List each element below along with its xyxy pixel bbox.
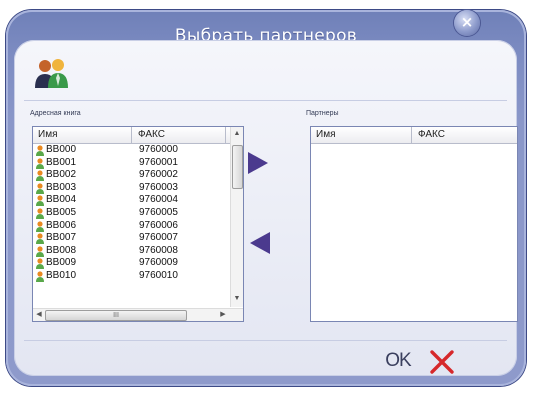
address-book-header: Имя ФАКС bbox=[33, 127, 243, 144]
list-item[interactable]: BB008 9760008 bbox=[33, 245, 225, 258]
select-partners-dialog: Выбрать партнеров × Адресная книга Партн… bbox=[6, 10, 526, 386]
address-book-rows: BB000 9760000 BB001 9760001 BB002 9760002 BB00… bbox=[33, 144, 225, 283]
person-icon bbox=[36, 157, 44, 169]
person-icon bbox=[36, 258, 44, 270]
contact-fax: 9760006 bbox=[139, 219, 178, 231]
address-book-label: Адресная книга bbox=[30, 110, 81, 117]
contact-fax: 9760008 bbox=[139, 244, 178, 256]
contact-fax: 9760002 bbox=[139, 169, 178, 181]
person-icon bbox=[36, 145, 44, 156]
contact-name: BB002 bbox=[46, 169, 77, 181]
contact-fax: 9760009 bbox=[139, 257, 178, 269]
person-icon bbox=[36, 183, 44, 194]
contact-fax: 9760003 bbox=[139, 181, 178, 193]
list-item[interactable]: BB001 9760001 bbox=[33, 157, 225, 170]
column-header-fax[interactable]: ФАКС bbox=[138, 129, 165, 141]
person-icon bbox=[36, 195, 44, 207]
contact-fax: 9760000 bbox=[139, 144, 178, 155]
add-to-partners-arrow-icon[interactable] bbox=[248, 152, 268, 174]
horizontal-scrollbar[interactable]: ◀ III ▶ bbox=[33, 308, 243, 321]
person-icon bbox=[36, 208, 44, 219]
contact-name: BB009 bbox=[46, 257, 77, 269]
list-item[interactable]: BB009 9760009 bbox=[33, 257, 225, 270]
bottom-divider bbox=[24, 340, 507, 341]
contact-fax: 9760001 bbox=[139, 156, 178, 168]
person-icon bbox=[36, 233, 44, 245]
person-icon bbox=[36, 271, 44, 282]
contact-fax: 9760007 bbox=[139, 232, 178, 244]
scroll-down-icon[interactable]: ▼ bbox=[231, 293, 243, 305]
column-divider[interactable] bbox=[411, 127, 412, 143]
column-header-fax[interactable]: ФАКС bbox=[418, 129, 445, 141]
partners-list[interactable]: Имя ФАКС bbox=[310, 126, 518, 322]
partners-label: Партнеры bbox=[306, 110, 339, 117]
vertical-scroll-thumb[interactable] bbox=[232, 145, 243, 189]
column-header-name[interactable]: Имя bbox=[316, 129, 335, 141]
contact-name: BB007 bbox=[46, 232, 77, 244]
list-item[interactable]: BB007 9760007 bbox=[33, 232, 225, 245]
contact-fax: 9760005 bbox=[139, 206, 178, 218]
list-item[interactable]: BB000 9760000 bbox=[33, 144, 225, 157]
person-icon bbox=[36, 246, 44, 257]
cancel-x-icon[interactable] bbox=[428, 349, 456, 375]
horizontal-scroll-thumb[interactable]: III bbox=[45, 310, 187, 321]
vertical-scrollbar[interactable]: ▲ ▼ bbox=[230, 127, 243, 307]
remove-from-partners-arrow-icon[interactable] bbox=[250, 232, 270, 254]
top-divider bbox=[24, 100, 507, 101]
ok-button[interactable]: OK bbox=[383, 349, 413, 373]
list-item[interactable]: BB005 9760005 bbox=[33, 207, 225, 220]
contact-name: BB001 bbox=[46, 156, 77, 168]
contact-name: BB006 bbox=[46, 219, 77, 231]
list-item[interactable]: BB010 9760010 bbox=[33, 270, 225, 283]
column-divider[interactable] bbox=[131, 127, 132, 143]
column-header-name[interactable]: Имя bbox=[38, 129, 57, 141]
contact-name: BB003 bbox=[46, 181, 77, 193]
partners-header: Имя ФАКС bbox=[311, 127, 517, 144]
contact-name: BB008 bbox=[46, 244, 77, 256]
list-item[interactable]: BB002 9760002 bbox=[33, 169, 225, 182]
scroll-right-icon[interactable]: ▶ bbox=[217, 309, 229, 321]
contacts-icon bbox=[35, 59, 68, 88]
close-button[interactable]: × bbox=[454, 10, 480, 36]
scroll-up-icon[interactable]: ▲ bbox=[231, 128, 243, 140]
contact-name: BB000 bbox=[46, 144, 77, 155]
scroll-left-icon[interactable]: ◀ bbox=[33, 309, 45, 321]
contact-name: BB010 bbox=[46, 269, 77, 281]
person-icon bbox=[36, 220, 44, 232]
contact-fax: 9760004 bbox=[139, 194, 178, 206]
contact-name: BB004 bbox=[46, 194, 77, 206]
address-book-list[interactable]: Имя ФАКС BB000 9760000 BB001 9760001 BB002 97… bbox=[32, 126, 244, 322]
list-item[interactable]: BB006 9760006 bbox=[33, 220, 225, 233]
person-icon bbox=[36, 170, 44, 182]
contact-name: BB005 bbox=[46, 206, 77, 218]
dialog-body: Адресная книга Партнеры Имя ФАКС BB000 97… bbox=[14, 40, 518, 376]
contact-fax: 9760010 bbox=[139, 269, 178, 281]
list-item[interactable]: BB004 9760004 bbox=[33, 194, 225, 207]
list-item[interactable]: BB003 9760003 bbox=[33, 182, 225, 195]
column-divider bbox=[225, 127, 226, 143]
